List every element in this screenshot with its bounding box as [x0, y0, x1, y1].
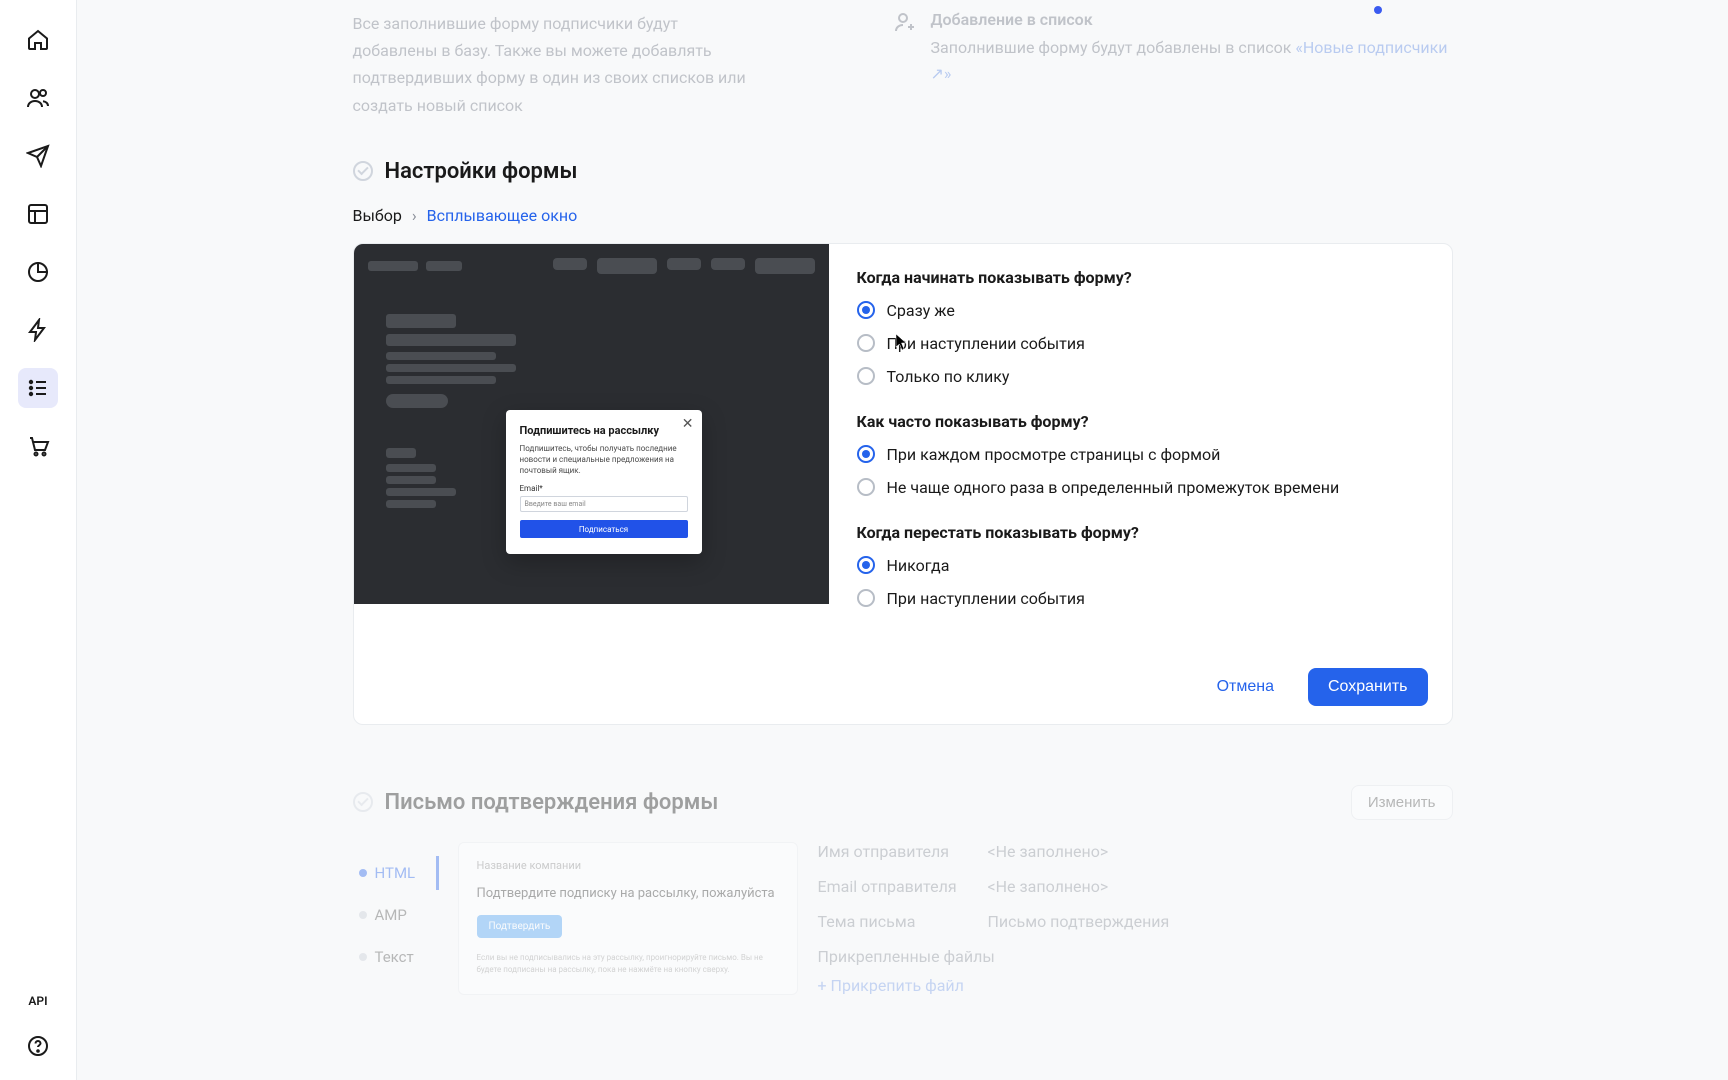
recording-indicator-icon	[1374, 6, 1382, 14]
radio-on-event-stop[interactable]: При наступлении события	[857, 589, 1424, 608]
lightning-icon	[26, 318, 50, 342]
nav-api[interactable]: API	[28, 994, 47, 1008]
pie-chart-icon	[26, 260, 50, 284]
email-note: Если вы не подписывались на эту рассылку…	[477, 952, 779, 976]
radio-icon	[857, 367, 875, 385]
radio-on-click[interactable]: Только по клику	[857, 367, 1424, 386]
radio-never[interactable]: Никогда	[857, 556, 1424, 575]
nav-cart[interactable]	[18, 426, 58, 466]
form-settings-options: Когда начинать показывать форму? Сразу ж…	[829, 244, 1452, 650]
home-icon	[26, 28, 50, 52]
popup-preview-backdrop: ✕ Подпишитесь на рассылку Подпишитесь, ч…	[354, 244, 829, 604]
nav-automation[interactable]	[18, 310, 58, 350]
email-company: Название компании	[477, 859, 779, 872]
radio-icon	[857, 334, 875, 352]
meta-sender-email-label: Email отправителя	[818, 877, 968, 896]
settings-footer: Отмена Сохранить	[354, 650, 1452, 724]
radio-every-view[interactable]: При каждом просмотре страницы с формой	[857, 445, 1424, 464]
add-to-list-desc: Заполнившие форму будут добавлены в спис…	[931, 35, 1453, 86]
meta-subject-value: Письмо подтверждения	[988, 912, 1170, 931]
sidebar: API	[0, 0, 77, 1080]
meta-sender-name-label: Имя отправителя	[818, 842, 968, 861]
question-when-stop: Когда перестать показывать форму?	[857, 523, 1424, 542]
radio-icon	[857, 478, 875, 496]
format-html[interactable]: HTML	[353, 852, 438, 894]
confirmation-email-title: Письмо подтверждения формы	[385, 790, 719, 815]
radio-immediately[interactable]: Сразу же	[857, 301, 1424, 320]
check-icon	[353, 161, 373, 181]
format-tabs: HTML AMP Текст	[353, 842, 438, 995]
nav-home[interactable]	[18, 20, 58, 60]
close-icon[interactable]: ✕	[682, 416, 694, 432]
question-how-often: Как часто показывать форму?	[857, 412, 1424, 431]
check-icon	[353, 792, 373, 812]
cancel-button[interactable]: Отмена	[1197, 668, 1294, 706]
save-button[interactable]: Сохранить	[1308, 668, 1428, 706]
radio-icon	[857, 301, 875, 319]
radio-on-event-start[interactable]: При наступлении события	[857, 334, 1424, 353]
nav-analytics[interactable]	[18, 252, 58, 292]
nav-layout[interactable]	[18, 194, 58, 234]
radio-icon	[857, 556, 875, 574]
form-settings-header: Настройки формы	[353, 159, 1453, 184]
email-preview: Название компании Подтвердите подписку н…	[458, 842, 798, 995]
send-icon	[26, 144, 50, 168]
meta-sender-email-value: <Не заполнено>	[988, 877, 1109, 896]
popup-subscribe-button[interactable]: Подписаться	[520, 520, 688, 538]
nav-help[interactable]	[18, 1026, 58, 1066]
popup-preview: ✕ Подпишитесь на рассылку Подпишитесь, ч…	[506, 410, 702, 555]
radio-icon	[857, 445, 875, 463]
form-settings-card: ✕ Подпишитесь на рассылку Подпишитесь, ч…	[353, 243, 1453, 725]
email-meta: Имя отправителя <Не заполнено> Email отпр…	[818, 842, 1453, 995]
users-icon	[26, 86, 50, 110]
question-when-start: Когда начинать показывать форму?	[857, 268, 1424, 287]
edit-button[interactable]: Изменить	[1351, 785, 1453, 820]
radio-once-interval[interactable]: Не чаще одного раза в определенный проме…	[857, 478, 1424, 497]
radio-icon	[857, 589, 875, 607]
layout-icon	[26, 202, 50, 226]
form-settings-title: Настройки формы	[385, 159, 578, 184]
nav-send[interactable]	[18, 136, 58, 176]
format-amp[interactable]: AMP	[353, 894, 438, 936]
add-user-icon	[893, 10, 917, 34]
breadcrumb-popup[interactable]: Всплывающее окно	[427, 206, 578, 225]
main-content: Все заполнившие форму подписчики будут д…	[77, 0, 1728, 1080]
popup-email-input[interactable]: Введите ваш email	[520, 496, 688, 512]
format-text[interactable]: Текст	[353, 936, 438, 978]
nav-forms[interactable]	[18, 368, 58, 408]
attach-file-link[interactable]: + Прикрепить файл	[818, 976, 1453, 995]
list-icon	[26, 376, 50, 400]
nav-users[interactable]	[18, 78, 58, 118]
help-icon	[26, 1034, 50, 1058]
subscribers-desc: Все заполнившие форму подписчики будут д…	[353, 10, 753, 119]
cart-icon	[26, 434, 50, 458]
subscribers-info-block: Все заполнившие форму подписчики будут д…	[353, 0, 1453, 159]
popup-title: Подпишитесь на рассылку	[520, 424, 688, 437]
meta-attachments-label: Прикрепленные файлы	[818, 947, 1453, 966]
breadcrumb: Выбор › Всплывающее окно	[353, 206, 1453, 225]
chevron-right-icon: ›	[412, 206, 417, 225]
popup-desc: Подпишитесь, чтобы получать последние но…	[520, 443, 688, 477]
email-confirm-button[interactable]: Подтвердить	[477, 915, 563, 938]
popup-email-label: Email*	[520, 484, 688, 493]
meta-sender-name-value: <Не заполнено>	[988, 842, 1109, 861]
meta-subject-label: Тема письма	[818, 912, 968, 931]
email-subject-line: Подтвердите подписку на рассылку, пожалу…	[477, 886, 779, 901]
confirmation-email-section: Письмо подтверждения формы Изменить HTML…	[353, 785, 1453, 1035]
breadcrumb-choice[interactable]: Выбор	[353, 206, 402, 225]
